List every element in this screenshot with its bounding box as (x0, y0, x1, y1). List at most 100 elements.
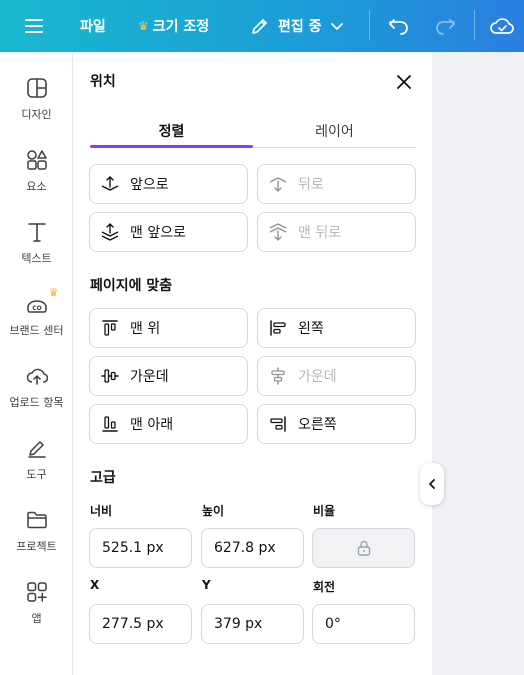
align-to-page-heading: 페이지에 맞춤 (90, 278, 173, 294)
ratio-label: 비율 (313, 504, 336, 518)
send-to-back-label: 맨 뒤로 (298, 225, 342, 241)
design-icon (25, 76, 49, 100)
align-bottom-icon (100, 414, 120, 434)
rail-item-uploads[interactable]: 업로드 항목 (0, 364, 73, 410)
rail-item-text[interactable]: 텍스트 (0, 220, 73, 266)
canvas-area[interactable] (432, 52, 524, 675)
editing-mode-label: 편집 중 (278, 19, 322, 35)
redo-button[interactable] (434, 0, 456, 52)
pencil-icon (252, 19, 267, 34)
width-label: 너비 (90, 504, 113, 518)
elements-icon (25, 148, 49, 172)
resize-label: 크기 조정 (152, 19, 210, 35)
align-right-icon (268, 414, 288, 434)
rotation-input[interactable]: 0° (312, 604, 415, 644)
align-left-button[interactable]: 왼쪽 (257, 308, 416, 348)
close-icon (397, 75, 411, 89)
rail-label: 텍스트 (21, 252, 52, 265)
send-backward-icon (268, 174, 288, 194)
bring-to-front-icon (100, 222, 120, 242)
topbar-divider (369, 10, 370, 40)
rail-item-apps[interactable]: 앱 (0, 580, 73, 626)
undo-button[interactable] (388, 0, 410, 52)
lock-ratio-button[interactable] (312, 528, 415, 568)
height-input[interactable]: 627.8 px (201, 528, 304, 568)
rail-item-projects[interactable]: 프로젝트 (0, 508, 73, 554)
align-middle-label: 가운데 (130, 369, 169, 385)
advanced-heading: 고급 (90, 470, 116, 486)
align-middle-icon (100, 366, 120, 386)
left-rail: 디자인 요소 텍스트 CO ♛ 브랜드 센터 업로드 항목 도구 프로젝트 앱 (0, 52, 73, 675)
resize-button[interactable]: ♛ 크기 조정 (138, 0, 209, 52)
rail-label: 앱 (31, 612, 42, 625)
bring-forward-button[interactable]: 앞으로 (89, 164, 248, 204)
y-position-input[interactable]: 379 px (201, 604, 304, 644)
rail-label: 프로젝트 (16, 540, 57, 553)
align-top-icon (100, 318, 120, 338)
tab-layers[interactable]: 레이어 (253, 114, 416, 148)
align-center-label: 가운데 (298, 369, 337, 385)
active-tab-indicator (90, 145, 253, 148)
chevron-left-icon (429, 479, 435, 489)
redo-icon (436, 19, 455, 35)
panel-title: 위치 (90, 74, 116, 90)
rail-item-brand[interactable]: CO ♛ 브랜드 센터 (0, 286, 73, 338)
folder-icon (25, 508, 49, 532)
panel-tabs: 정렬 레이어 (90, 114, 416, 148)
align-middle-button[interactable]: 가운데 (89, 356, 248, 396)
file-menu-button[interactable]: 파일 (80, 0, 106, 52)
bring-forward-label: 앞으로 (130, 177, 169, 193)
align-center-icon (268, 366, 288, 386)
bring-forward-icon (100, 174, 120, 194)
x-position-input[interactable]: 277.5 px (89, 604, 192, 644)
position-panel: 위치 정렬 레이어 앞으로 뒤로 맨 앞으로 맨 뒤로 페이지에 맞춤 맨 위 … (73, 52, 432, 675)
rail-item-tools[interactable]: 도구 (0, 436, 73, 482)
align-right-button[interactable]: 오른쪽 (257, 404, 416, 444)
crown-icon: ♛ (48, 286, 59, 299)
rail-label: 디자인 (21, 108, 52, 121)
cloud-save-button[interactable] (490, 0, 514, 52)
align-center-button[interactable]: 가운데 (257, 356, 416, 396)
top-bar: 파일 ♛ 크기 조정 편집 중 (0, 0, 524, 52)
rail-label: 브랜드 센터 (9, 324, 64, 337)
rail-label: 업로드 항목 (9, 396, 64, 409)
tab-arrange[interactable]: 정렬 (90, 114, 253, 148)
align-left-icon (268, 318, 288, 338)
send-backward-label: 뒤로 (298, 177, 324, 193)
bring-to-front-label: 맨 앞으로 (130, 225, 186, 241)
brand-icon: CO ♛ (25, 286, 59, 316)
close-panel-button[interactable] (393, 71, 415, 93)
cloud-check-icon (490, 18, 514, 34)
svg-text:CO: CO (32, 305, 42, 312)
align-bottom-label: 맨 아래 (130, 417, 174, 433)
tab-divider (253, 147, 416, 148)
text-icon (25, 220, 49, 244)
rail-label: 도구 (26, 468, 47, 481)
collapse-panel-button[interactable] (420, 463, 444, 505)
y-label: Y (202, 578, 211, 592)
align-left-label: 왼쪽 (298, 321, 324, 337)
send-backward-button[interactable]: 뒤로 (257, 164, 416, 204)
width-input[interactable]: 525.1 px (89, 528, 192, 568)
hamburger-icon (25, 19, 43, 33)
rotation-label: 회전 (313, 580, 336, 594)
menu-button[interactable] (24, 0, 48, 52)
undo-icon (389, 19, 408, 35)
crown-icon: ♛ (138, 19, 149, 33)
rail-item-design[interactable]: 디자인 (0, 76, 73, 122)
send-to-back-icon (268, 222, 288, 242)
bring-to-front-button[interactable]: 맨 앞으로 (89, 212, 248, 252)
align-right-label: 오른쪽 (298, 417, 337, 433)
apps-icon (25, 580, 49, 604)
align-bottom-button[interactable]: 맨 아래 (89, 404, 248, 444)
height-label: 높이 (202, 504, 225, 518)
file-menu-label: 파일 (80, 19, 106, 35)
x-label: X (90, 578, 100, 592)
rail-label: 요소 (26, 180, 47, 193)
send-to-back-button[interactable]: 맨 뒤로 (257, 212, 416, 252)
align-top-label: 맨 위 (130, 321, 161, 337)
align-top-button[interactable]: 맨 위 (89, 308, 248, 348)
editing-mode-button[interactable]: 편집 중 (250, 0, 352, 52)
rail-item-elements[interactable]: 요소 (0, 148, 73, 194)
chevron-down-icon (330, 23, 343, 30)
